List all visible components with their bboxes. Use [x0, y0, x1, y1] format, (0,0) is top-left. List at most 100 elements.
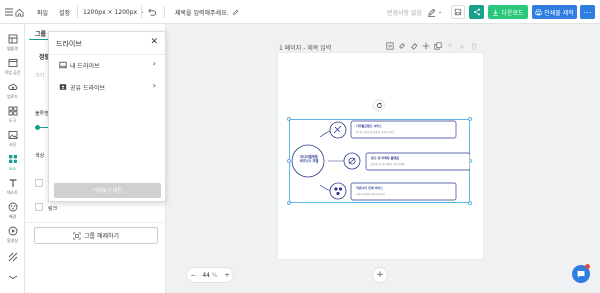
download-button[interactable]: 다운로드 [488, 5, 528, 19]
eraser-icon[interactable] [410, 42, 418, 50]
item-circle [329, 182, 347, 200]
menu-file[interactable]: 파일 [37, 0, 48, 24]
menu-settings[interactable]: 설정 [59, 0, 70, 24]
rail-item-workspace[interactable]: 작업 공간 [0, 56, 25, 80]
import-button[interactable]: 가져오기 버튼 [54, 183, 161, 198]
shared-drive-icon [59, 84, 67, 90]
page-label: 1 페이지 - 제목 입력 [279, 44, 332, 52]
pen-tool-dropdown[interactable]: ⌄ [427, 0, 442, 24]
network-icon [334, 187, 338, 191]
tool-icon [8, 106, 17, 116]
paint-icon[interactable] [398, 42, 406, 50]
rail-item-background[interactable]: 배경 [0, 200, 25, 224]
rail-label: 동영상 [6, 238, 19, 243]
rail-label: 텍스트 [6, 190, 19, 195]
drive-item-label: 공유 드라이브 [70, 85, 106, 92]
rail-label: 업로드 [6, 94, 19, 99]
rail-item-upload[interactable]: 업로드 [0, 80, 25, 104]
rail-label: 템플릿 [6, 46, 19, 51]
left-rail: 템플릿 작업 공간 업로드 도구 사진 요소 텍스트 배경 동영상 [0, 24, 25, 293]
more-options-button[interactable]: ⋯ [580, 5, 595, 19]
rail-item-photo[interactable]: 사진 [0, 128, 25, 152]
move-down-icon[interactable] [458, 42, 466, 50]
photo-icon [8, 131, 17, 139]
ungroup-button[interactable]: 그룹 해제하기 [34, 227, 158, 244]
menu-icon [5, 8, 13, 16]
ungroup-label: 그룹 해제하기 [83, 233, 120, 240]
add-page-icon[interactable] [422, 42, 430, 50]
link-label: 링크 [48, 206, 58, 212]
hamburger-menu-button[interactable] [4, 0, 14, 24]
ungroup-icon [73, 231, 81, 240]
print-label: 인쇄물 제작 [544, 9, 574, 17]
chevron-down-icon: ⌄ [438, 9, 443, 15]
rotate-handle[interactable] [374, 100, 384, 110]
drive-title: 드라이브 [56, 40, 82, 48]
chat-icon [577, 271, 585, 278]
info-desc: 맞춤형 광고와 데이터 기반 마케팅 [371, 163, 405, 166]
add-page-button[interactable]: + [372, 267, 388, 283]
document-title-input[interactable]: 제목을 입력해주세요. [175, 0, 239, 24]
copy-page-icon[interactable] [434, 42, 442, 50]
undo-icon [148, 8, 156, 16]
move-up-icon[interactable] [446, 42, 454, 50]
rail-item-text[interactable]: 텍스트 [0, 176, 25, 200]
workspace-icon [8, 59, 17, 67]
more-icon [8, 275, 17, 280]
save-button[interactable] [451, 5, 465, 19]
undo-button[interactable] [147, 0, 156, 24]
close-icon[interactable]: ✕ [150, 38, 158, 47]
rail-label: 도구 [8, 118, 17, 123]
save-status: 변경사항 없음 [387, 9, 423, 17]
zoom-out-button[interactable]: − [190, 272, 195, 279]
rail-item-template[interactable]: 템플릿 [0, 32, 25, 56]
print-icon [535, 8, 542, 15]
pen-icon [427, 8, 436, 17]
pencil-icon [232, 9, 238, 15]
drive-item-my-drive[interactable]: 내 드라이브 › [49, 58, 165, 72]
pattern-icon [8, 252, 17, 262]
color-label: 색상 [35, 153, 45, 159]
video-icon [8, 226, 17, 236]
home-button[interactable] [15, 0, 24, 24]
template-icon [8, 34, 17, 44]
canvas-size-dropdown[interactable]: 1200px × 1200px ⌄ [83, 0, 144, 24]
center-title: 미디어플랫폼 비즈니스 모델 [293, 155, 325, 163]
drive-item-label: 내 드라이브 [70, 63, 100, 70]
download-label: 다운로드 [501, 9, 524, 17]
share-button[interactable] [469, 5, 484, 19]
rail-label: 작업 공간 [4, 70, 21, 75]
rotate-icon [376, 101, 382, 108]
canvas-size-label: 1200px × 1200px [83, 8, 138, 16]
tab-group[interactable]: 그룹 [35, 29, 46, 38]
document-title: 제목을 입력해주세요. [175, 9, 229, 17]
drive-popup: 드라이브 ✕ 내 드라이브 › 공유 드라이브 › 가져오기 버튼 [48, 31, 166, 202]
text-icon [9, 179, 16, 187]
share-icon [473, 8, 480, 16]
rail-label: 배경 [8, 214, 17, 219]
info-title: 광고 및 마케팅 플랫폼 [371, 156, 399, 160]
color-checkbox[interactable] [35, 179, 43, 187]
print-order-button[interactable]: 인쇄물 제작 [532, 5, 577, 19]
center-title-line: 비즈니스 모델 [299, 159, 319, 163]
rail-item-tool[interactable]: 도구 [0, 104, 25, 128]
notification-dot [585, 264, 590, 269]
page-note-icon[interactable] [386, 42, 394, 50]
rail-item-video[interactable]: 동영상 [0, 224, 25, 248]
zoom-in-button[interactable]: + [225, 272, 230, 279]
drive-item-shared-drive[interactable]: 공유 드라이브 › [49, 80, 165, 94]
zoom-unit: % [211, 271, 218, 279]
rail-item-more[interactable] [0, 270, 25, 293]
delete-page-icon[interactable] [470, 42, 478, 50]
link-checkbox[interactable] [35, 203, 43, 211]
home-icon [15, 8, 24, 17]
download-icon [493, 9, 499, 16]
zoom-value[interactable]: 44 [202, 272, 210, 279]
opacity-slider-handle[interactable] [35, 125, 40, 130]
rail-item-element[interactable]: 요소 [0, 152, 25, 176]
chevron-right-icon: › [152, 59, 156, 68]
chevron-right-icon: › [152, 81, 156, 90]
background-icon [8, 202, 17, 212]
page-toolbar [386, 42, 478, 50]
info-desc: 미디어 콘텐츠의 판매 및 구독형 서비스 [356, 131, 395, 134]
